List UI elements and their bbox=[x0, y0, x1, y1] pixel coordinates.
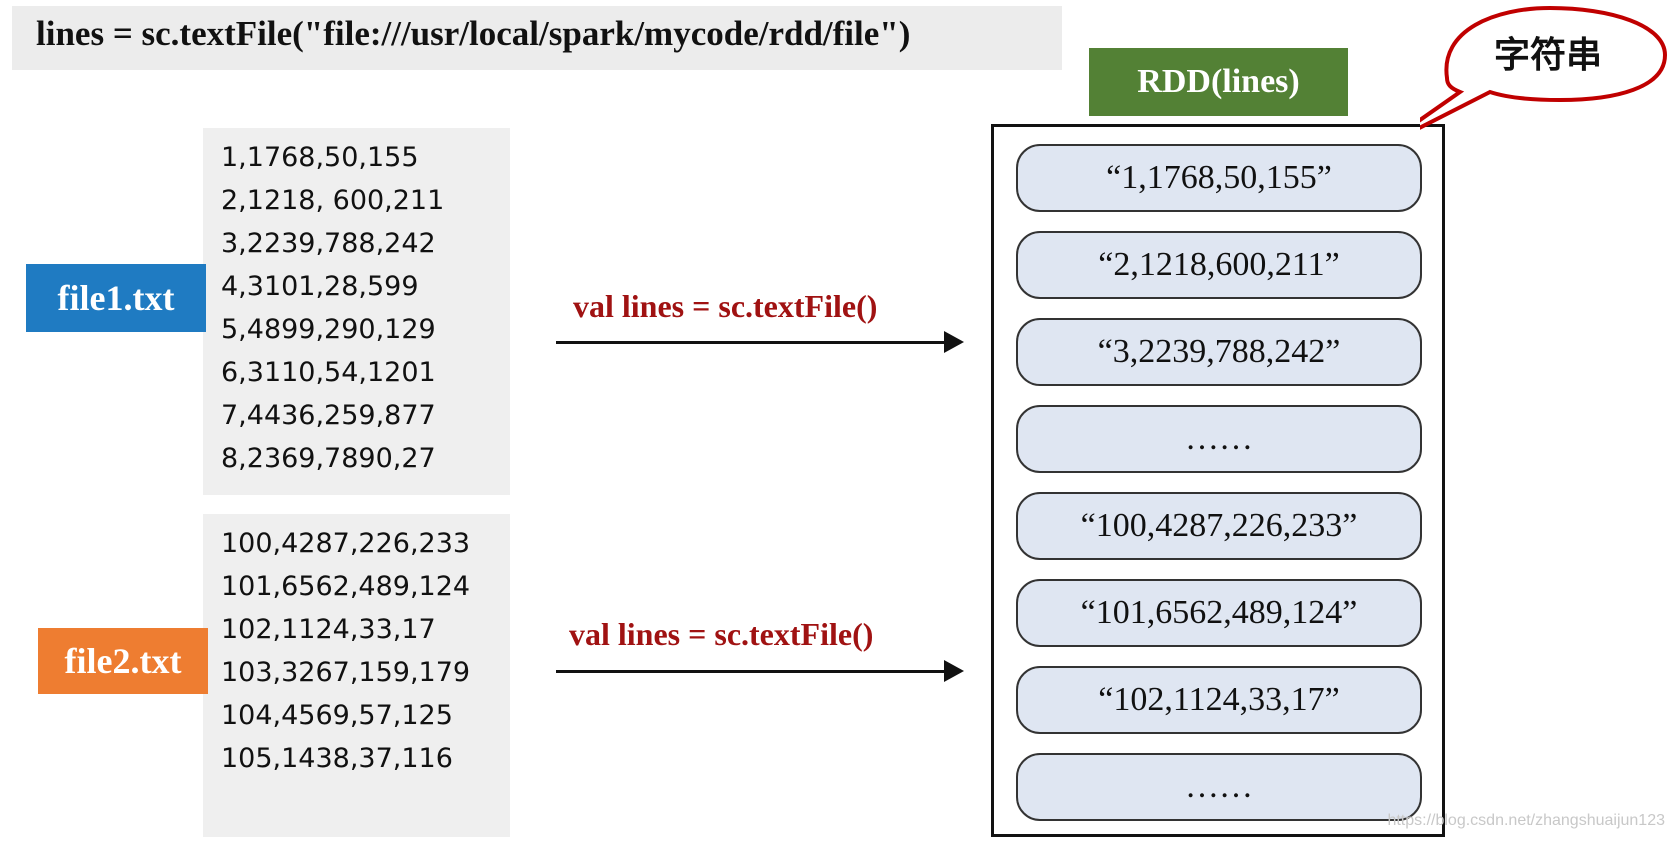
file2-line: 100,4287,226,233 bbox=[221, 528, 471, 559]
file1-line: 8,2369,7890,27 bbox=[221, 443, 436, 474]
file1-content-box: 1,1768,50,155 2,1218, 600,211 3,2239,788… bbox=[203, 128, 510, 495]
file2-label: file2.txt bbox=[38, 628, 208, 694]
file1-line: 7,4436,259,877 bbox=[221, 400, 436, 431]
operation-label-1: val lines = sc.textFile() bbox=[573, 288, 878, 324]
file2-line: 102,1124,33,17 bbox=[221, 614, 436, 645]
arrow-2 bbox=[556, 660, 964, 682]
file2-lines: 100,4287,226,233 101,6562,489,124 102,11… bbox=[221, 522, 470, 780]
arrow-1 bbox=[556, 331, 964, 353]
file1-line: 6,3110,54,1201 bbox=[221, 357, 436, 388]
file2-line: 105,1438,37,116 bbox=[221, 743, 453, 774]
file1-line: 5,4899,290,129 bbox=[221, 314, 436, 345]
rdd-item: “1,1768,50,155” bbox=[1016, 144, 1422, 212]
rdd-item: “101,6562,489,124” bbox=[1016, 579, 1422, 647]
rdd-item: …… bbox=[1016, 753, 1422, 821]
file1-label: file1.txt bbox=[26, 264, 206, 332]
rdd-item: “100,4287,226,233” bbox=[1016, 492, 1422, 560]
file2-line: 104,4569,57,125 bbox=[221, 700, 453, 731]
callout-bubble bbox=[1420, 5, 1668, 130]
file1-line: 4,3101,28,599 bbox=[221, 271, 419, 302]
rdd-item: “3,2239,788,242” bbox=[1016, 318, 1422, 386]
file2-line: 103,3267,159,179 bbox=[221, 657, 471, 688]
file1-line: 1,1768,50,155 bbox=[221, 142, 419, 173]
callout-text: 字符串 bbox=[1493, 35, 1602, 76]
file1-line: 2,1218, 600,211 bbox=[221, 185, 445, 216]
code-line-text: lines = sc.textFile("file:///usr/local/s… bbox=[36, 14, 911, 53]
rdd-item: “102,1124,33,17” bbox=[1016, 666, 1422, 734]
operation-label-2: val lines = sc.textFile() bbox=[569, 616, 874, 652]
file2-line: 101,6562,489,124 bbox=[221, 571, 471, 602]
file1-lines: 1,1768,50,155 2,1218, 600,211 3,2239,788… bbox=[221, 136, 444, 480]
rdd-item: “2,1218,600,211” bbox=[1016, 231, 1422, 299]
code-line-bar: lines = sc.textFile("file:///usr/local/s… bbox=[12, 6, 1062, 70]
rdd-title: RDD(lines) bbox=[1089, 48, 1348, 116]
watermark: https://blog.csdn.net/zhangshuaijun123 bbox=[1387, 812, 1665, 829]
file2-content-box: 100,4287,226,233 101,6562,489,124 102,11… bbox=[203, 514, 510, 837]
rdd-container: “1,1768,50,155” “2,1218,600,211” “3,2239… bbox=[991, 124, 1445, 837]
file1-line: 3,2239,788,242 bbox=[221, 228, 436, 259]
rdd-item: …… bbox=[1016, 405, 1422, 473]
